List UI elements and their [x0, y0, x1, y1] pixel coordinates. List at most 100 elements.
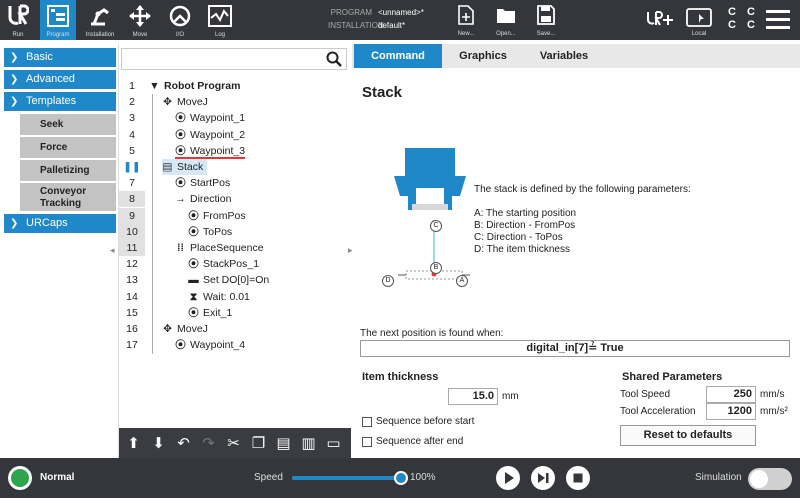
- next-position-expression[interactable]: digital_in[7]≟ True: [360, 340, 790, 357]
- tree-row[interactable]: 14 ⧗ Wait: 0.01: [119, 289, 351, 305]
- item-thickness-label: Item thickness: [362, 371, 439, 383]
- ur-logo-icon: [8, 4, 29, 25]
- cut-icon[interactable]: ✂: [223, 434, 244, 452]
- tree-node[interactable]: ⧗ Wait: 0.01: [188, 289, 250, 305]
- tab-graphics[interactable]: Graphics: [444, 44, 522, 68]
- simulation-toggle[interactable]: [748, 468, 792, 490]
- sidebar-item-force[interactable]: Force: [20, 137, 116, 158]
- tree-row[interactable]: 16 ✥ MoveJ: [119, 321, 351, 337]
- tree-row[interactable]: 4 ⦿ Waypoint_2: [119, 127, 351, 143]
- nav-installation[interactable]: Installation: [82, 0, 118, 40]
- tab-variables[interactable]: Variables: [524, 44, 604, 68]
- urplus-button[interactable]: [644, 2, 676, 38]
- sidebar-item-palletizing[interactable]: Palletizing: [20, 160, 116, 181]
- nav-run[interactable]: Run: [0, 0, 36, 40]
- nav-log[interactable]: Log: [202, 0, 238, 40]
- suppress-icon[interactable]: ▭: [323, 434, 344, 452]
- tree-node[interactable]: ⦿ Exit_1: [188, 305, 232, 321]
- tree-node[interactable]: ⦿ Waypoint_1: [175, 110, 245, 126]
- waypoint-icon: ⦿: [175, 339, 186, 352]
- paste-icon[interactable]: ▤: [273, 434, 294, 452]
- chevron-right-icon: ❯: [10, 52, 19, 63]
- line-number: 7: [129, 177, 135, 190]
- move-up-icon[interactable]: ⬆: [123, 434, 144, 452]
- tree-row[interactable]: 17 ⦿ Waypoint_4: [119, 337, 351, 353]
- tree-node[interactable]: ⦿ StackPos_1: [188, 256, 259, 272]
- sidebar-item-templates[interactable]: ❯ Templates: [4, 92, 116, 111]
- tree-node[interactable]: ⦿ ToPos: [188, 224, 232, 240]
- tree-row[interactable]: 10 ⦿ ToPos: [119, 223, 351, 240]
- tool-speed-input[interactable]: 250: [706, 386, 756, 403]
- tool-acceleration-label: Tool Acceleration: [620, 406, 696, 417]
- tree-node[interactable]: → Direction: [175, 191, 231, 207]
- tree-row[interactable]: 5 ⦿ Waypoint_3: [119, 143, 351, 159]
- tree-node-label: ToPos: [203, 225, 233, 238]
- cc-indicator: C CC C: [728, 6, 759, 31]
- tree-row[interactable]: 1 ▼ Robot Program: [119, 78, 351, 94]
- sequence-before-checkbox[interactable]: [362, 417, 372, 427]
- redo-icon[interactable]: ↷: [198, 434, 219, 452]
- tree-node[interactable]: ▼ Robot Program: [149, 78, 240, 94]
- new-file-icon: [458, 5, 474, 25]
- tree-row[interactable]: 13 ▬ Set DO[0]=On: [119, 272, 351, 288]
- tree-node[interactable]: ⦿ FromPos: [188, 208, 245, 224]
- undo-icon[interactable]: ↶: [173, 434, 194, 452]
- copy-icon[interactable]: ❐: [248, 434, 269, 452]
- tree-node[interactable]: ✥ MoveJ: [162, 94, 208, 110]
- stop-button[interactable]: [566, 466, 590, 490]
- delete-icon[interactable]: ▥: [298, 434, 319, 452]
- speed-slider-handle[interactable]: [394, 471, 408, 485]
- hamburger-menu-icon[interactable]: [766, 10, 790, 34]
- open-button[interactable]: Open...: [492, 2, 520, 38]
- step-button[interactable]: [531, 466, 555, 490]
- tree-node[interactable]: ⦿ Waypoint_4: [175, 337, 245, 353]
- play-button[interactable]: [496, 466, 520, 490]
- move-down-icon[interactable]: ⬇: [148, 434, 169, 452]
- sidebar-item-conveyor-tracking[interactable]: Conveyor Tracking: [20, 183, 116, 211]
- tree-node[interactable]: ⦿ StartPos: [175, 175, 230, 191]
- tree-search-input[interactable]: [122, 49, 318, 69]
- tree-row[interactable]: 12 ⦿ StackPos_1: [119, 256, 351, 272]
- nav-io[interactable]: I/O: [162, 0, 198, 40]
- tree-row[interactable]: 15 ⦿ Exit_1: [119, 305, 351, 321]
- tree-node[interactable]: ✥ MoveJ: [162, 321, 208, 337]
- sequence-after-checkbox[interactable]: [362, 437, 372, 447]
- collapse-sidebar-icon[interactable]: ◂: [110, 245, 115, 256]
- tree-row[interactable]: 2 ✥ MoveJ: [119, 94, 351, 110]
- local-button[interactable]: Local: [684, 2, 714, 38]
- line-number: 17: [126, 339, 138, 352]
- sidebar-item-basic[interactable]: ❯ Basic: [4, 48, 116, 67]
- speed-slider-track[interactable]: [292, 471, 408, 485]
- tree-row[interactable]: 8 → Direction: [119, 191, 351, 208]
- tree-row[interactable]: 3 ⦿ Waypoint_1: [119, 110, 351, 126]
- tree-row[interactable]: 9 ⦿ FromPos: [119, 207, 351, 224]
- reset-defaults-button[interactable]: Reset to defaults: [620, 425, 756, 446]
- tree-row[interactable]: ❚❚ ▤ Stack: [119, 159, 351, 175]
- tree-node[interactable]: ⦿ Waypoint_3: [175, 143, 246, 159]
- tree-row[interactable]: 7 ⦿ StartPos: [119, 175, 351, 191]
- nav-move[interactable]: Move: [122, 0, 158, 40]
- tool-acceleration-input[interactable]: 1200: [706, 403, 756, 420]
- item-thickness-input[interactable]: 15.0: [448, 388, 498, 405]
- line-number: 9: [119, 207, 145, 224]
- tree-node[interactable]: ⁞⁞ PlaceSequence: [175, 240, 264, 256]
- sidebar-item-advanced[interactable]: ❯ Advanced: [4, 70, 116, 89]
- search-icon[interactable]: [326, 51, 342, 67]
- sidebar-item-urcaps[interactable]: ❯ URCaps: [4, 214, 116, 233]
- new-button[interactable]: New...: [452, 2, 480, 38]
- save-button[interactable]: Save...: [532, 2, 560, 38]
- status-label: Normal: [40, 472, 75, 483]
- status-indicator[interactable]: [8, 466, 32, 490]
- tree-row[interactable]: 11 ⁞⁞ PlaceSequence: [119, 240, 351, 256]
- tab-command[interactable]: Command: [354, 44, 442, 68]
- speed-slider-fill: [292, 476, 402, 480]
- tree-node[interactable]: ▤ Stack: [162, 159, 208, 175]
- waypoint-icon: ⦿: [188, 258, 199, 271]
- sidebar-item-seek[interactable]: Seek: [20, 114, 116, 135]
- tree-node[interactable]: ▬ Set DO[0]=On: [188, 272, 269, 288]
- top-bar: Run Program Installation Move I/O Log PR…: [0, 0, 800, 40]
- tree-node-label: Exit_1: [203, 306, 233, 319]
- page-title: Stack: [362, 84, 403, 101]
- tree-node[interactable]: ⦿ Waypoint_2: [175, 127, 245, 143]
- nav-program[interactable]: Program: [40, 0, 76, 40]
